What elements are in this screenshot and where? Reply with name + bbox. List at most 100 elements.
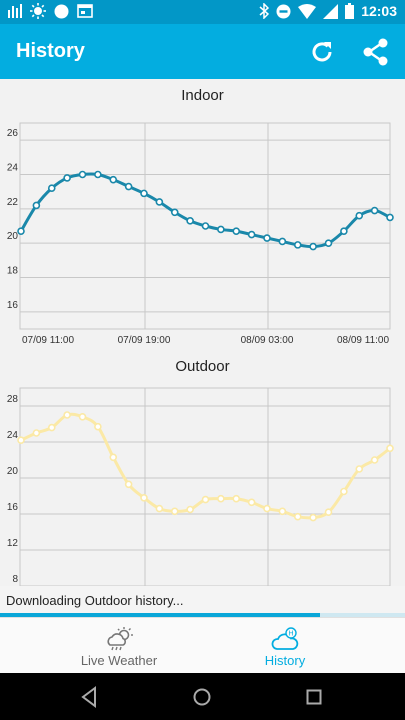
data-point [186,505,194,514]
data-point [217,225,225,234]
data-point [370,456,379,464]
y-tick-label: 26 [7,128,19,139]
data-point [63,411,71,419]
data-point [140,189,148,198]
data-point [217,494,225,503]
download-status: Downloading Outdoor history... [0,586,405,614]
x-tick-label: 07/09 11:00 [22,335,75,346]
outdoor-chart-title: Outdoor [175,358,230,375]
data-point [370,206,379,215]
nav-history-label: History [264,653,306,668]
data-point [17,436,25,445]
data-point [201,495,210,504]
y-tick-label: 20 [7,231,19,242]
data-point [324,239,333,247]
data-point [124,480,133,489]
do-not-disturb-icon [276,4,291,18]
data-point [340,487,348,496]
data-point [63,174,71,182]
data-point [232,227,241,235]
data-point [247,498,256,507]
data-point [355,211,364,220]
home-button[interactable] [190,685,214,709]
data-point [17,227,25,235]
data-point [232,494,241,503]
data-point [32,429,41,437]
y-tick-label: 24 [7,163,19,174]
y-tick-label: 12 [7,538,19,549]
share-icon [363,38,388,66]
notification-circle-icon [54,4,69,18]
indoor-chart-title: Indoor [181,87,224,104]
data-point [78,412,87,421]
data-point [94,422,102,431]
x-tick-label: 07/09 19:00 [118,335,171,346]
data-point [386,213,394,222]
x-tick-label: 08/09 03:00 [241,335,294,346]
data-point [247,230,256,239]
calendar-icon [77,4,93,18]
wifi-icon [298,3,317,19]
data-point [170,507,179,516]
status-bar: 12:03 [0,0,405,24]
app-bar: History [0,24,405,79]
y-tick-label: 28 [7,394,19,405]
cloud-history-icon: H [271,627,299,650]
x-tick-label: 08/09 11:00 [337,335,390,346]
clock: 12:03 [361,3,397,19]
share-button[interactable] [361,37,391,67]
battery-icon [345,3,355,19]
data-point [386,444,394,453]
refresh-button[interactable] [307,37,337,67]
series-line [19,172,391,249]
y-tick-label: 24 [7,430,19,441]
data-point [32,201,41,210]
cell-signal-icon [323,3,339,19]
y-tick-label: 8 [12,574,18,585]
data-point [263,234,271,242]
data-point [309,513,317,522]
y-tick-label: 22 [7,197,19,208]
data-point [293,512,302,521]
outdoor-chart: 8 12 16 20 24 28 [7,387,394,586]
refresh-icon [312,42,332,62]
data-point [109,175,118,184]
data-point [278,237,287,246]
data-point [263,504,271,513]
data-point [324,508,333,516]
data-point [47,423,56,432]
history-badge: H [288,631,293,638]
y-tick-label: 16 [7,300,19,311]
weather-sun-icon [30,3,46,19]
data-point [94,170,102,179]
data-point [109,453,118,462]
y-tick-label: 20 [7,466,19,477]
download-status-text: Downloading Outdoor history... [6,593,184,608]
data-point [201,222,210,230]
plot-area [19,387,391,586]
nav-history[interactable]: H History [184,618,386,674]
data-point [293,241,302,249]
data-point [47,184,56,193]
data-point [355,465,364,473]
data-point [340,227,348,235]
data-point [278,507,287,516]
cloud-sun-rain-icon [107,627,133,651]
page-title: History [16,40,85,62]
recents-button[interactable] [302,685,326,709]
data-point [309,242,317,251]
bottom-navigation: Live Weather H History [0,617,405,674]
data-point [124,182,133,191]
data-point [78,170,87,179]
y-tick-label: 18 [7,266,19,277]
data-point [170,208,179,217]
data-point [155,198,164,206]
system-navigation-bar [0,673,405,720]
back-button[interactable] [78,685,102,709]
y-tick-label: 16 [7,502,19,513]
data-point [186,217,194,225]
data-point [155,504,164,513]
bluetooth-icon [259,3,270,19]
signal-icon [8,4,22,18]
data-point [140,494,148,502]
